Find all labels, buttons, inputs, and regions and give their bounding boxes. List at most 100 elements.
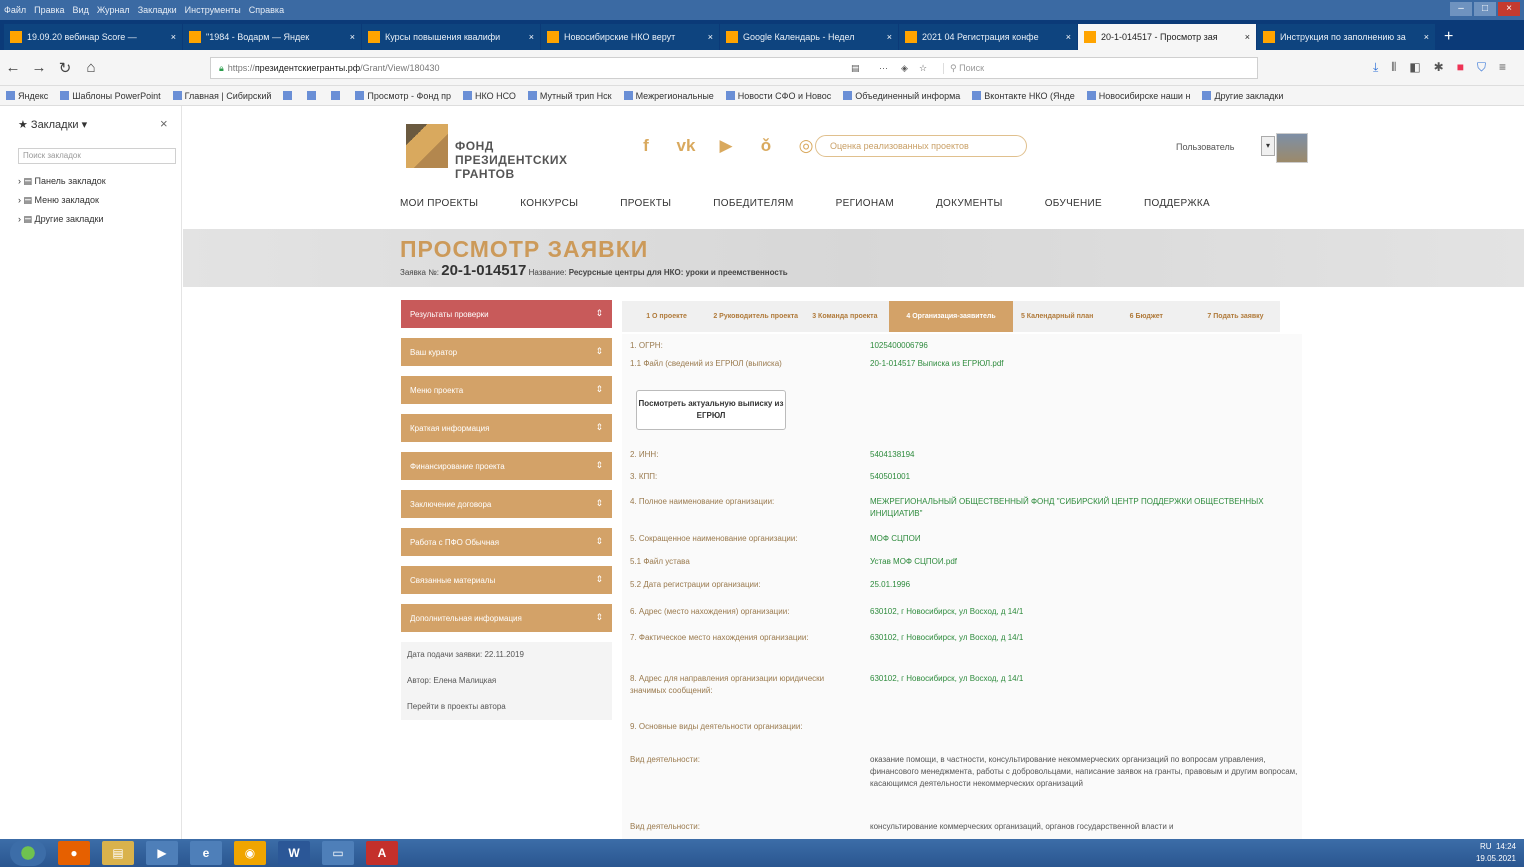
more-icon[interactable]: ··· — [879, 63, 888, 73]
window-icon[interactable]: ▭ — [322, 841, 354, 865]
chrome-icon[interactable]: ◉ — [234, 841, 266, 865]
step-tab[interactable]: 3 Команда проекта — [800, 301, 889, 332]
step-tab[interactable]: 2 Руководитель проекта — [711, 301, 800, 332]
menu-item[interactable]: Файл — [4, 5, 26, 15]
tab-close-icon[interactable]: × — [1424, 32, 1429, 42]
explorer-icon[interactable]: ▤ — [102, 841, 134, 865]
sidepanel-item[interactable]: › ▤ Панель закладок — [18, 176, 106, 187]
bookmark-item[interactable] — [331, 91, 343, 100]
download-icon[interactable]: ⤓ — [1373, 60, 1378, 75]
nav-item[interactable]: ПОДДЕРЖКА — [1144, 198, 1210, 209]
project-menu-item[interactable]: Меню проекта ⇕ — [401, 376, 612, 404]
pdf-icon[interactable]: A — [366, 841, 398, 865]
sidepanel-item[interactable]: › ▤ Меню закладок — [18, 195, 99, 206]
facebook-icon[interactable]: f — [632, 136, 660, 162]
browser-tab[interactable]: Новосибирские НКО верут × — [541, 24, 719, 50]
form-value[interactable]: Устав МОФ СЦПОИ.pdf — [870, 556, 1310, 568]
media-icon[interactable]: ▶ — [146, 841, 178, 865]
project-menu-item[interactable]: Связанные материалы ⇕ — [401, 566, 612, 594]
close-icon[interactable]: × — [160, 116, 168, 131]
project-menu-item[interactable]: Дополнительная информация ⇕ — [401, 604, 612, 632]
browser-tab[interactable]: 20-1-014517 - Просмотр зая × — [1078, 24, 1256, 50]
bookmark-item[interactable]: Просмотр - Фонд пр — [355, 91, 451, 101]
close-window-button[interactable]: × — [1498, 2, 1520, 16]
bookmark-item[interactable]: Шаблоны PowerPoint — [60, 91, 161, 101]
step-tab[interactable]: 4 Организация-заявитель — [889, 301, 1013, 332]
sidepanel-search-input[interactable]: Поиск закладок — [18, 148, 176, 164]
back-button[interactable]: ← — [0, 59, 26, 76]
sidepanel-item[interactable]: › ▤ Другие закладки — [18, 214, 103, 225]
browser-tab[interactable]: 2021 04 Регистрация конфе × — [899, 24, 1077, 50]
project-menu-item[interactable]: Финансирование проекта ⇕ — [401, 452, 612, 480]
nav-item[interactable]: ПРОЕКТЫ — [620, 198, 671, 209]
word-icon[interactable]: W — [278, 841, 310, 865]
bookmark-item[interactable] — [307, 91, 319, 100]
bookmark-item[interactable]: Мутный трип Нск — [527, 91, 612, 101]
bookmark-item[interactable]: Новосибирске наши н — [1086, 91, 1190, 101]
tab-close-icon[interactable]: × — [708, 32, 713, 42]
sidepanel-title[interactable]: ★ Закладки ▾ — [18, 118, 87, 131]
browser-tab[interactable]: Google Календарь - Недел × — [720, 24, 898, 50]
ie-icon[interactable]: e — [190, 841, 222, 865]
browser-tab[interactable]: Курсы повышения квалифи × — [362, 24, 540, 50]
tab-close-icon[interactable]: × — [529, 32, 534, 42]
avatar[interactable] — [1276, 133, 1308, 163]
youtube-icon[interactable]: ▶ — [712, 136, 740, 162]
application-meta[interactable]: Перейти в проекты автора — [401, 694, 612, 720]
fund-logo-icon[interactable] — [406, 124, 448, 168]
bookmark-item[interactable]: Межрегиональные — [623, 91, 714, 101]
nav-item[interactable]: КОНКУРСЫ — [520, 198, 578, 209]
browser-tab[interactable]: 19.09.20 вебинар Score — × — [4, 24, 182, 50]
reload-button[interactable]: ↻ — [52, 59, 78, 77]
browser-tab[interactable]: "1984 - Водарм — Яндек × — [183, 24, 361, 50]
menu-icon[interactable]: ≡ — [1499, 60, 1506, 75]
tab-close-icon[interactable]: × — [1066, 32, 1071, 42]
step-tab[interactable]: 1 О проекте — [622, 301, 711, 332]
user-dropdown[interactable]: ▾ — [1261, 136, 1275, 156]
sidebar-icon[interactable]: ◧ — [1409, 60, 1420, 75]
tab-close-icon[interactable]: × — [350, 32, 355, 42]
new-tab-button[interactable]: + — [1436, 24, 1461, 50]
tab-close-icon[interactable]: × — [1245, 32, 1250, 42]
menu-item[interactable]: Правка — [34, 5, 64, 15]
browser-tab[interactable]: Инструкция по заполнению за × — [1257, 24, 1435, 50]
step-tab[interactable]: 7 Подать заявку — [1191, 301, 1280, 332]
menu-item[interactable]: Справка — [249, 5, 284, 15]
step-tab[interactable]: 5 Календарный план — [1013, 301, 1102, 332]
step-tab[interactable]: 6 Бюджет — [1102, 301, 1191, 332]
bookmark-item[interactable]: Объединенный информа — [843, 91, 960, 101]
firefox-icon[interactable]: ● — [58, 841, 90, 865]
nav-item[interactable]: ПОБЕДИТЕЛЯМ — [713, 198, 793, 209]
bookmark-item[interactable]: Главная | Сибирский — [172, 91, 271, 101]
nav-item[interactable]: ДОКУМЕНТЫ — [936, 198, 1003, 209]
nav-item[interactable]: ОБУЧЕНИЕ — [1045, 198, 1102, 209]
forward-button[interactable]: → — [26, 59, 52, 76]
pocket-icon[interactable]: ◈ — [901, 63, 908, 74]
tab-close-icon[interactable]: × — [887, 32, 892, 42]
system-clock[interactable]: RU 14:24 19.05.2021 — [1476, 841, 1516, 865]
bookmark-item[interactable]: Новости СФО и Новос — [725, 91, 831, 101]
site-search-input[interactable]: Оценка реализованных проектов — [815, 135, 1027, 157]
bookmark-item[interactable]: НКО НСО — [462, 91, 516, 101]
view-egrul-button[interactable]: Посмотреть актуальную выписку из ЕГРЮЛ — [636, 390, 786, 430]
maximize-button[interactable]: □ — [1474, 2, 1496, 16]
language-indicator[interactable]: RU — [1480, 842, 1492, 851]
shield-icon[interactable]: ⛉ — [1477, 60, 1486, 75]
home-button[interactable]: ⌂ — [78, 59, 104, 76]
nav-item[interactable]: РЕГИОНАМ — [836, 198, 894, 209]
bookmark-item[interactable]: Яндекс — [6, 91, 48, 101]
extension-icon[interactable]: ✱ — [1434, 60, 1444, 75]
project-menu-item[interactable]: Результаты проверки ⇕ — [401, 300, 612, 328]
address-bar[interactable]: 🔒︎ https:// президентскиегранты.рф /Gran… — [210, 57, 1258, 79]
project-menu-item[interactable]: Заключение договора ⇕ — [401, 490, 612, 518]
star-icon[interactable]: ☆ — [919, 63, 927, 74]
library-icon[interactable]: ⫴ — [1391, 60, 1396, 75]
addon-icon[interactable]: ■ — [1457, 60, 1464, 75]
minimize-button[interactable]: – — [1450, 2, 1472, 16]
project-menu-item[interactable]: Ваш куратор ⇕ — [401, 338, 612, 366]
project-menu-item[interactable]: Работа с ПФО Обычная ⇕ — [401, 528, 612, 556]
nav-item[interactable]: МОИ ПРОЕКТЫ — [400, 198, 478, 209]
bookmark-item[interactable] — [283, 91, 295, 100]
menu-item[interactable]: Закладки — [138, 5, 177, 15]
vk-icon[interactable]: vk — [672, 136, 700, 162]
